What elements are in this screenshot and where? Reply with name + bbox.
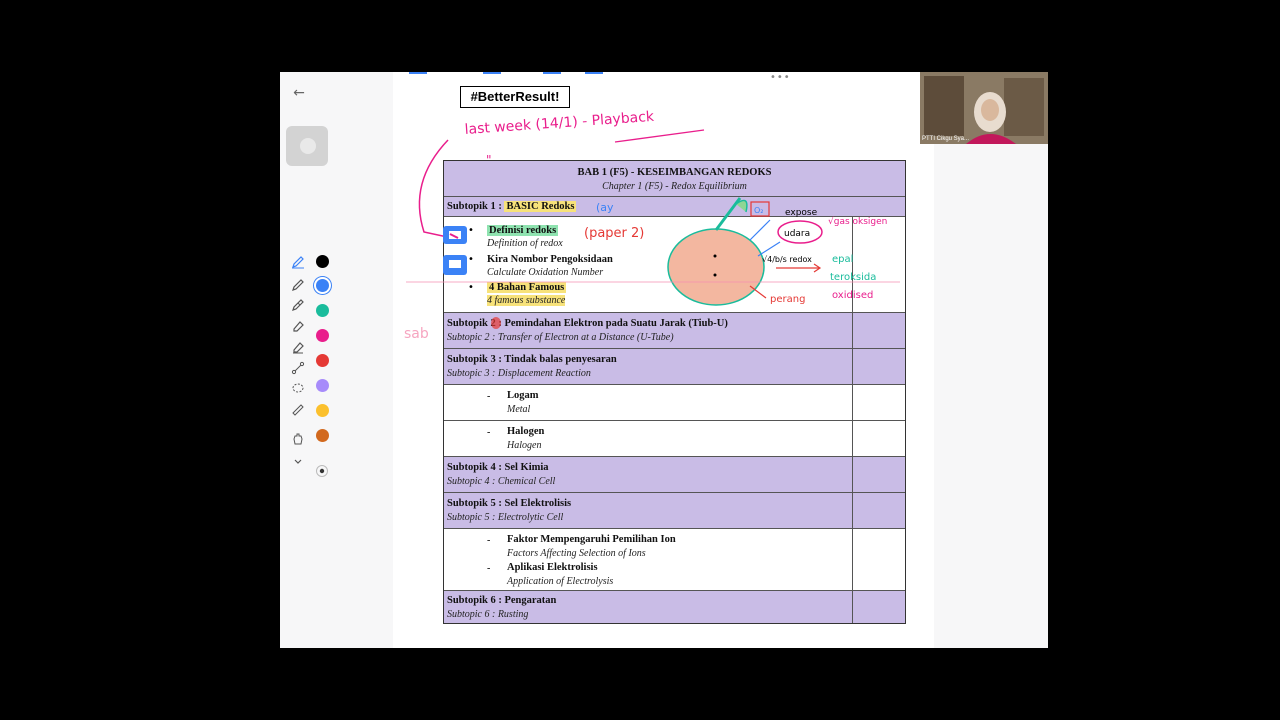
column-divider <box>852 217 853 623</box>
subtopic4-ms: Subtopik 4 : Sel Kimia <box>447 462 549 473</box>
subtopic4-en: Subtopic 4 : Chemical Cell <box>447 476 556 487</box>
hand-icon[interactable] <box>290 430 306 446</box>
subtopic2-en: Subtopic 2 : Transfer of Electron at a D… <box>447 332 674 343</box>
s3-item1-en: Metal <box>507 404 531 415</box>
s1-item3-text: 4 Bahan Famous <box>487 282 567 293</box>
color-swatch[interactable] <box>316 379 329 392</box>
subtopic3-ms: Subtopik 3 : Tindak balas penyesaran <box>447 354 617 365</box>
bullet: • <box>468 225 474 236</box>
s1-item1-ms: Definisi redoks <box>487 225 559 236</box>
dash: - <box>487 535 491 546</box>
stroke-size-icon[interactable] <box>314 463 330 479</box>
s5-item2-en: Application of Electrolysis <box>507 576 614 587</box>
video-feed <box>920 72 1048 144</box>
color-swatch[interactable] <box>316 255 329 268</box>
s5-item1-en: Factors Affecting Selection of Ions <box>507 548 646 559</box>
page-heading: #BetterResult! <box>460 86 570 108</box>
page-thumbnail[interactable] <box>286 126 328 166</box>
video-tile[interactable]: PTTI Cikgu Sya... <box>920 72 1048 144</box>
s3-item1-ms: Logam <box>507 390 539 401</box>
highlighter-icon[interactable] <box>290 297 306 313</box>
subtopic3-row: Subtopik 3 : Tindak balas penyesaran Sub… <box>444 349 905 385</box>
s5-item1-ms: Faktor Mempengaruhi Pemilihan Ion <box>507 534 676 545</box>
lasso-icon[interactable] <box>290 381 306 397</box>
color-swatch[interactable] <box>316 304 329 317</box>
color-swatch[interactable] <box>316 404 329 417</box>
top-marker <box>543 72 561 74</box>
subtopic6-ms: Subtopik 6 : Pengaratan <box>447 595 557 606</box>
subtopic1-title: Subtopik 1 : BASIC Redoks <box>447 201 577 212</box>
more-dots-icon[interactable]: ••• <box>770 72 791 83</box>
subtopic5-row: Subtopik 5 : Sel Elektrolisis Subtopic 5… <box>444 493 905 529</box>
s1-item1-en: Definition of redox <box>487 238 563 249</box>
subtopic1-row: Subtopik 1 : BASIC Redoks <box>444 197 905 217</box>
s1-item3-ms: 4 Bahan Famous <box>487 282 567 293</box>
color-swatch[interactable] <box>316 279 329 292</box>
marker-icon[interactable] <box>290 277 306 293</box>
s1-item2-en: Calculate Oxidation Number <box>487 267 604 278</box>
right-panel <box>934 72 1048 648</box>
s3-item1-row: - Logam Metal <box>444 385 905 421</box>
top-marker <box>409 72 427 74</box>
ruler-icon[interactable] <box>290 402 306 418</box>
s3-item2-ms: Halogen <box>507 426 545 437</box>
dash: - <box>487 563 491 574</box>
subtopic6-row: Subtopik 6 : Pengaratan Subtopic 6 : Rus… <box>444 591 905 623</box>
subtopic5-items: - Faktor Mempengaruhi Pemilihan Ion Fact… <box>444 529 905 591</box>
chevron-down-icon[interactable] <box>290 454 306 470</box>
color-swatch[interactable] <box>316 329 329 342</box>
dash: - <box>487 427 491 438</box>
bullet: • <box>468 254 474 265</box>
subtopic3-en: Subtopic 3 : Displacement Reaction <box>447 368 591 379</box>
chapter-title-en: Chapter 1 (F5) - Redox Equilibrium <box>602 181 747 192</box>
top-marker <box>483 72 501 74</box>
color-swatch[interactable] <box>316 429 329 442</box>
s3-item2-row: - Halogen Halogen <box>444 421 905 457</box>
syllabus-table: BAB 1 (F5) - KESEIMBANGAN REDOKS Chapter… <box>443 160 906 624</box>
subtopic1-name: BASIC Redoks <box>504 201 577 212</box>
partial-eraser-icon[interactable] <box>290 339 306 355</box>
whiteboard-app: ← ••• #BetterResult! BAB 1 (F5) - KESEIM… <box>280 72 1048 648</box>
thumbnail-dot-icon <box>300 138 316 154</box>
subtopic1-label: Subtopik 1 : <box>447 201 505 212</box>
top-marker <box>585 72 603 74</box>
s5-item2-ms: Aplikasi Elektrolisis <box>507 562 598 573</box>
s1-item3-en: 4 famous substance <box>487 295 566 306</box>
line-tool-icon[interactable] <box>290 360 306 376</box>
eraser-icon[interactable] <box>290 318 306 334</box>
pen-icon[interactable] <box>290 254 306 270</box>
subtopic5-ms: Subtopik 5 : Sel Elektrolisis <box>447 498 572 509</box>
subtopic2-row: Subtopik 2 : Pemindahan Elektron pada Su… <box>444 313 905 349</box>
s1-item3-en-text: 4 famous substance <box>487 295 566 306</box>
s1-item2-ms: Kira Nombor Pengoksidaan <box>487 254 613 265</box>
s3-item2-en: Halogen <box>507 440 542 451</box>
back-arrow-icon[interactable]: ← <box>290 84 308 102</box>
dash: - <box>487 391 491 402</box>
video-caption: PTTI Cikgu Sya... <box>922 136 970 142</box>
bullet: • <box>468 282 474 293</box>
color-swatch[interactable] <box>316 354 329 367</box>
subtopic4-row: Subtopik 4 : Sel Kimia Subtopic 4 : Chem… <box>444 457 905 493</box>
chapter-row: BAB 1 (F5) - KESEIMBANGAN REDOKS Chapter… <box>444 161 905 197</box>
chapter-title-ms: BAB 1 (F5) - KESEIMBANGAN REDOKS <box>577 167 772 178</box>
subtopic2-ms: Subtopik 2 : Pemindahan Elektron pada Su… <box>447 318 728 329</box>
subtopic5-en: Subtopic 5 : Electrolytic Cell <box>447 512 564 523</box>
subtopic6-en: Subtopic 6 : Rusting <box>447 609 529 620</box>
subtopic1-items: • Definisi redoks Definition of redox • … <box>444 217 905 313</box>
s1-item1-text: Definisi redoks <box>487 225 559 236</box>
